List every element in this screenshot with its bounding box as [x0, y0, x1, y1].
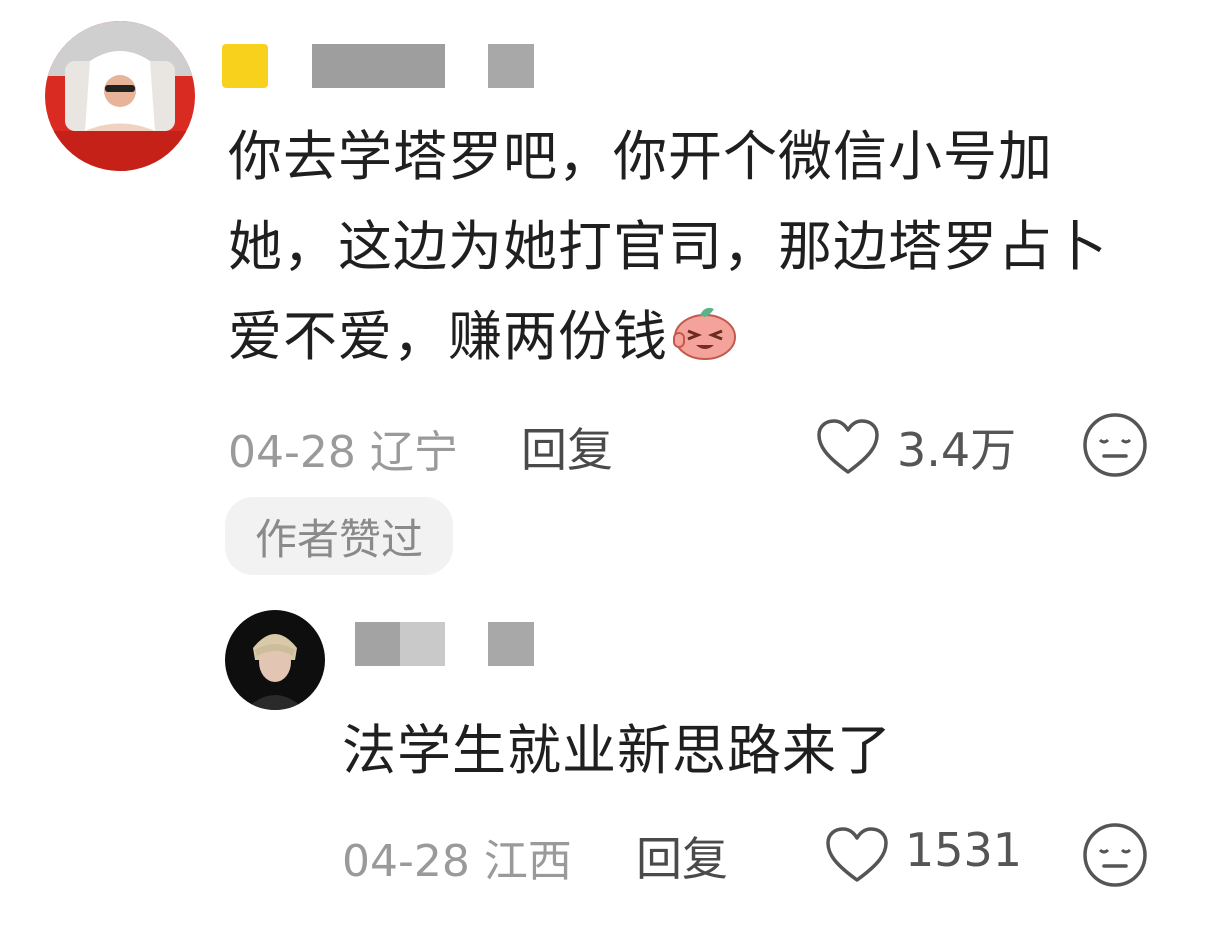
avatar[interactable] [45, 21, 195, 171]
redacted-username [355, 622, 401, 666]
laughing-peach-emoji [672, 298, 738, 360]
redacted-username-suffix [488, 622, 534, 666]
comment-text: 法学生就业新思路来了 [342, 706, 1122, 796]
reply-button[interactable]: 回复 [636, 823, 728, 889]
heart-outline-icon[interactable] [825, 826, 889, 884]
like-count: 3.4万 [897, 423, 1017, 477]
author-liked-badge: 作者赞过 [225, 497, 453, 575]
comment-date-location: 04-28 辽宁 [228, 427, 458, 478]
username-badge [222, 44, 268, 88]
comment-date-location: 04-28 江西 [342, 836, 572, 887]
redacted-username-part [400, 622, 445, 666]
avatar[interactable] [225, 610, 325, 710]
comment-body: 你去学塔罗吧，你开个微信小号加她，这边为她打官司，那边塔罗占卜爱不爱，赚两份钱 [228, 125, 1108, 368]
redacted-username-suffix [488, 44, 534, 88]
reply-button[interactable]: 回复 [521, 414, 613, 480]
like-count: 1531 [905, 823, 1023, 877]
meh-face-icon[interactable] [1082, 412, 1148, 478]
redacted-username [312, 44, 445, 88]
author-liked-label: 作者赞过 [254, 514, 423, 564]
heart-outline-icon[interactable] [816, 418, 880, 476]
comment-text: 你去学塔罗吧，你开个微信小号加她，这边为她打官司，那边塔罗占卜爱不爱，赚两份钱 [228, 112, 1128, 382]
meh-face-icon[interactable] [1082, 822, 1148, 888]
comment-body: 法学生就业新思路来了 [342, 719, 892, 782]
